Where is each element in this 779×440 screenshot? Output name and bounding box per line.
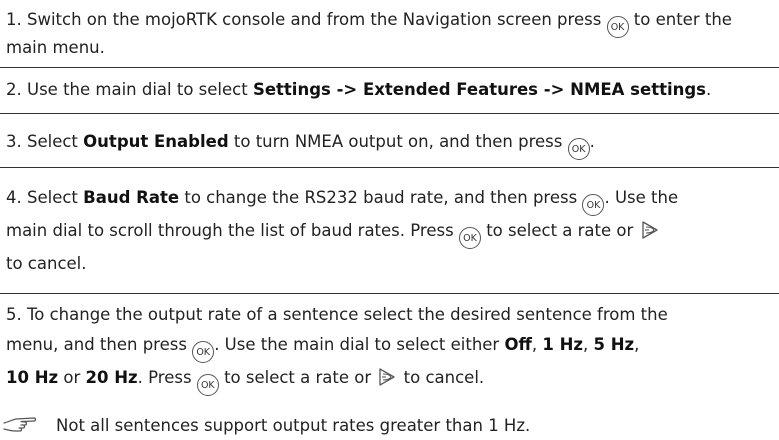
step-3: 3. Select Output Enabled to turn NMEA ou… <box>0 114 779 166</box>
pointing-hand-icon <box>2 414 38 436</box>
step-text: To change the output rate of a sentence … <box>27 305 668 324</box>
step-4: 4. Select Baud Rate to change the RS232 … <box>0 168 779 273</box>
step-text: to select a rate or <box>486 221 634 240</box>
step-text: . Use the <box>604 188 679 207</box>
step-number: 1. <box>6 10 22 29</box>
step-2: 2. Use the main dial to select Settings … <box>0 68 779 112</box>
ok-button-icon: OK <box>196 374 219 396</box>
rate-option: 20 Hz <box>85 368 138 387</box>
step-number: 2. <box>6 80 22 99</box>
escape-button-icon <box>376 366 398 388</box>
note-text: Not all sentences support output rates g… <box>56 416 531 435</box>
rate-option: 5 Hz <box>593 335 635 354</box>
step-text: Switch on the mojoRTK console and from t… <box>27 10 602 29</box>
step-text: . Press <box>137 368 192 387</box>
menu-path: Settings -> Extended Features -> NMEA se… <box>252 80 707 99</box>
step-5: 5. To change the output rate of a senten… <box>0 294 779 414</box>
step-text: to turn NMEA output on, and then press <box>233 132 563 151</box>
step-text: . Use the main dial to select either <box>214 335 500 354</box>
ok-button-icon: OK <box>582 194 605 216</box>
note: Not all sentences support output rates g… <box>0 414 779 438</box>
step-1: 1. Switch on the mojoRTK console and fro… <box>0 0 779 66</box>
step-text: . <box>589 132 595 151</box>
step-text: or <box>63 368 81 387</box>
ok-button-icon: OK <box>567 138 590 160</box>
step-number: 4. <box>6 188 22 207</box>
ok-button-icon: OK <box>192 341 215 363</box>
step-number: 3. <box>6 132 22 151</box>
step-text: to change the RS232 baud rate, and then … <box>184 188 578 207</box>
step-text: Use the main dial to select <box>27 80 248 99</box>
step-number: 5. <box>6 305 22 324</box>
step-text: . <box>706 80 712 99</box>
rate-option: 1 Hz <box>542 335 584 354</box>
rate-option: 10 Hz <box>6 368 59 387</box>
escape-button-icon <box>639 219 661 241</box>
step-text: Select <box>27 188 78 207</box>
option-name: Baud Rate <box>83 188 180 207</box>
step-text: main dial to scroll through the list of … <box>6 221 454 240</box>
step-text: menu, and then press <box>6 335 187 354</box>
option-name: Output Enabled <box>83 132 229 151</box>
step-text: Select <box>27 132 78 151</box>
step-text: to cancel. <box>403 368 485 387</box>
ok-button-icon: OK <box>458 227 481 249</box>
ok-button-icon: OK <box>606 16 629 38</box>
step-text: to select a rate or <box>224 368 372 387</box>
step-text: to cancel. <box>6 254 87 273</box>
rate-option: Off <box>504 335 532 354</box>
